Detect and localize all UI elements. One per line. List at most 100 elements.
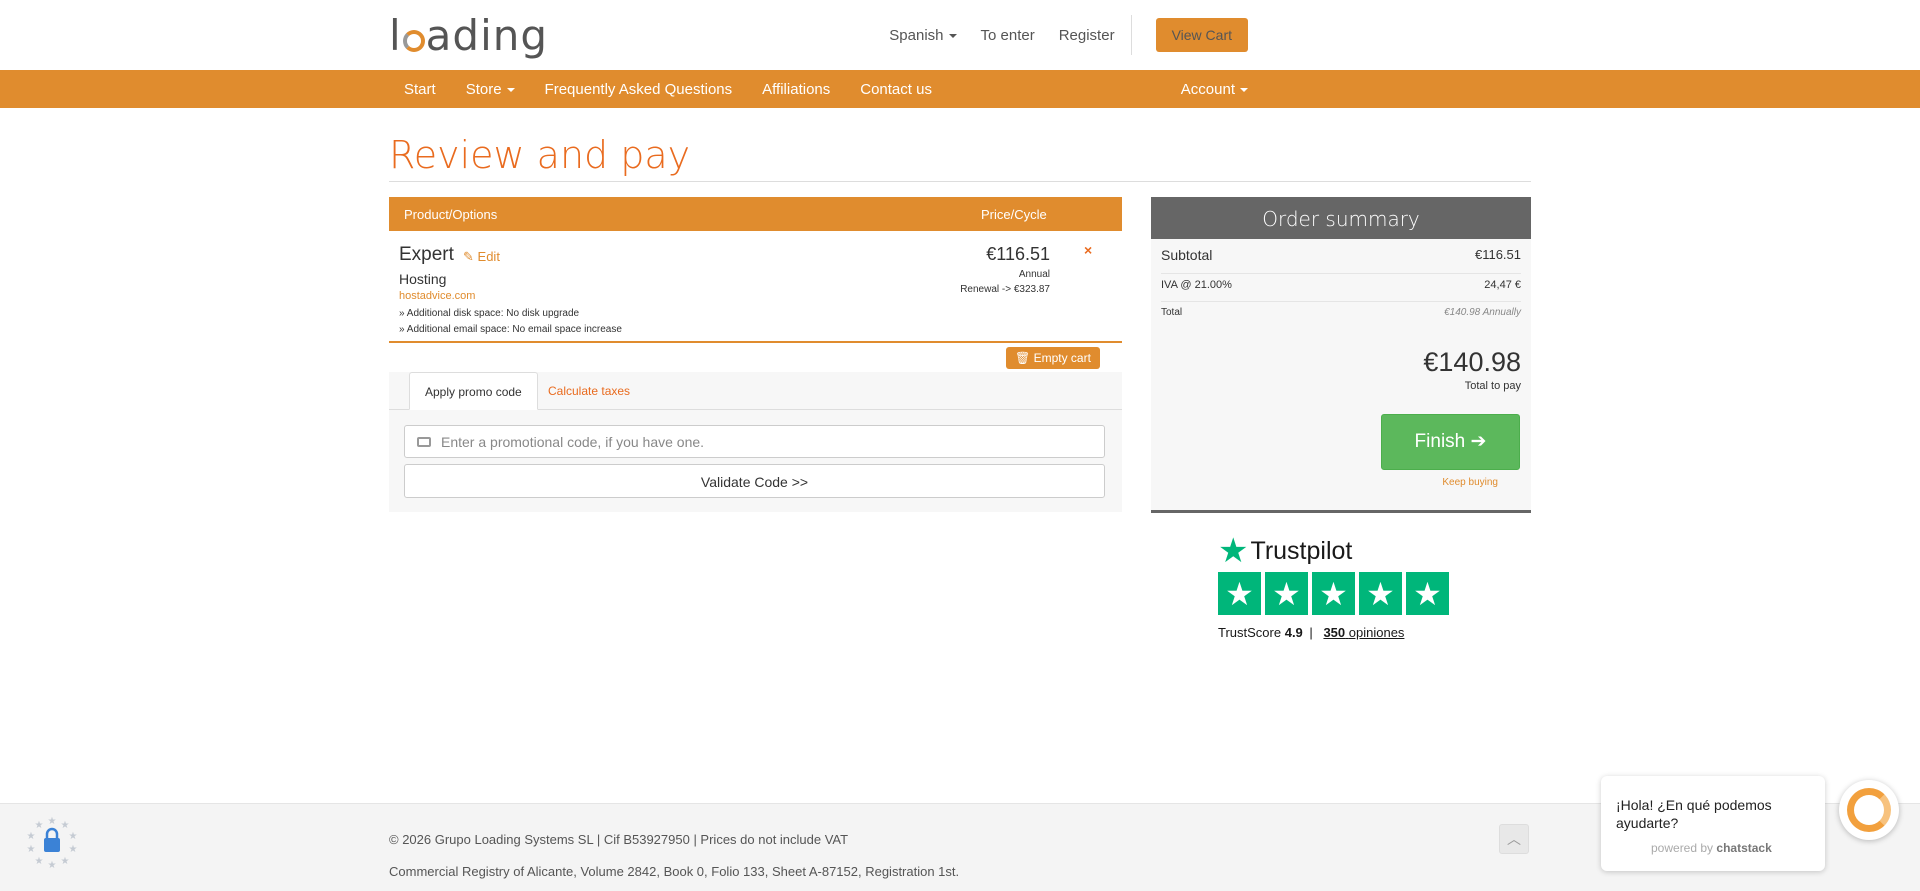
nav-affiliations[interactable]: Affiliations xyxy=(747,81,845,98)
promo-code-input[interactable]: Enter a promotional code, if you have on… xyxy=(404,425,1105,458)
top-header: l ading Spanish To enter Register View Ca… xyxy=(0,0,1920,70)
chevron-up-icon: ︿ xyxy=(1507,831,1521,847)
eu-security-badge-icon: ★ ★ ★ ★ ★ ★ ★ ★ ★ ★ xyxy=(27,816,78,870)
tab-calculate-taxes[interactable]: Calculate taxes xyxy=(533,372,645,410)
footer-registry: Commercial Registry of Alicante, Volume … xyxy=(389,864,960,879)
trustscore-line: TrustScore 4.9 | 350 opiniones xyxy=(1218,625,1453,640)
order-summary: Order summary Subtotal €116.51 IVA @ 21.… xyxy=(1151,197,1531,513)
tax-label: IVA @ 21.00% xyxy=(1161,279,1232,291)
star-icon: ★ xyxy=(1218,532,1249,570)
svg-text:★: ★ xyxy=(69,844,78,855)
nav-store-label: Store xyxy=(465,80,502,98)
trustpilot-brand: Trustpilot xyxy=(1250,536,1353,565)
chat-bubble[interactable]: ¡Hola! ¿En qué podemos ayudarte? powered… xyxy=(1601,776,1825,871)
finish-label: Finish xyxy=(1414,431,1466,452)
total-label: Total xyxy=(1161,307,1183,318)
product-option: » Additional disk space: No disk upgrade xyxy=(399,308,580,319)
star-icon: ★ xyxy=(1359,572,1402,615)
caret-down-icon xyxy=(948,33,957,38)
page-title: Review and pay xyxy=(389,133,691,177)
star-icon: ★ xyxy=(1218,572,1261,615)
pencil-icon: ✎ xyxy=(463,249,474,264)
product-domain: hostadvice.com xyxy=(399,290,476,302)
trustpilot-stars: ★ ★ ★ ★ ★ xyxy=(1218,572,1453,615)
trash-icon: 🗑 xyxy=(1015,351,1031,365)
svg-text:★: ★ xyxy=(69,831,78,842)
cart-item: Expert ✎ Edit Hosting hostadvice.com » A… xyxy=(389,231,1122,343)
reviews-label: opiniones xyxy=(1348,625,1405,640)
divider xyxy=(1130,15,1132,55)
title-divider xyxy=(389,181,1531,182)
product-option: » Additional email space: No email space… xyxy=(399,324,622,335)
star-icon: ★ xyxy=(1312,572,1355,615)
logo-ring-icon xyxy=(402,30,425,52)
empty-cart-label: Empty cart xyxy=(1033,351,1091,365)
caret-down-icon xyxy=(506,87,515,92)
trustscore-label: TrustScore xyxy=(1218,625,1282,640)
svg-text:★: ★ xyxy=(61,856,70,867)
chat-ring-icon xyxy=(1847,788,1891,832)
finish-button[interactable]: Finish ➔ xyxy=(1381,414,1520,470)
register-link[interactable]: Register xyxy=(1059,27,1115,44)
promo-placeholder: Enter a promotional code, if you have on… xyxy=(441,434,705,450)
renewal-price: Renewal -> €323.87 xyxy=(960,284,1050,295)
chat-message: ¡Hola! ¿En qué podemos ayudarte? xyxy=(1616,797,1772,831)
scroll-top-button[interactable]: ︿ xyxy=(1499,824,1529,854)
remove-item-icon[interactable]: × xyxy=(1084,242,1092,258)
nav-account[interactable]: Account xyxy=(1166,81,1263,98)
nav-start[interactable]: Start xyxy=(389,81,451,98)
promo-tabs-panel: Apply promo code Calculate taxes Enter a… xyxy=(389,372,1122,512)
svg-text:★: ★ xyxy=(48,860,57,870)
keep-buying-link[interactable]: Keep buying xyxy=(1442,477,1498,488)
cart-header: Product/Options Price/Cycle xyxy=(389,197,1122,231)
svg-text:★: ★ xyxy=(61,820,70,831)
tab-apply-promo[interactable]: Apply promo code xyxy=(409,372,538,410)
trustscore-value: 4.9 xyxy=(1284,625,1303,640)
total-due: €140.98 xyxy=(1423,347,1521,377)
reviews-link[interactable]: 350 opiniones xyxy=(1323,625,1404,640)
site-logo[interactable]: l ading xyxy=(389,14,548,58)
empty-cart-button[interactable]: 🗑 Empty cart xyxy=(1006,347,1100,369)
col-product: Product/Options xyxy=(404,207,498,222)
powered-by-label: powered by xyxy=(1651,841,1714,855)
product-group: Hosting xyxy=(399,271,447,287)
nav-faq[interactable]: Frequently Asked Questions xyxy=(530,81,748,98)
svg-text:★: ★ xyxy=(35,820,44,831)
chatstack-brand: chatstack xyxy=(1716,841,1772,855)
nav-store[interactable]: Store xyxy=(451,81,530,98)
star-icon: ★ xyxy=(1265,572,1308,615)
summary-title: Order summary xyxy=(1151,197,1531,239)
summary-subtotal-row: Subtotal €116.51 xyxy=(1161,247,1521,274)
total-due-label: Total to pay xyxy=(1464,380,1521,392)
login-link[interactable]: To enter xyxy=(981,27,1035,44)
trustpilot-logo: ★ Trustpilot xyxy=(1218,532,1453,570)
subtotal-value: €116.51 xyxy=(1474,247,1521,262)
svg-text:★: ★ xyxy=(35,856,44,867)
svg-text:★: ★ xyxy=(27,844,36,855)
footer-copyright: © 2026 Grupo Loading Systems SL | Cif B5… xyxy=(389,832,849,847)
total-value: €140.98 Annually xyxy=(1444,307,1521,318)
arrow-right-icon: ➔ xyxy=(1470,431,1487,452)
star-icon: ★ xyxy=(1406,572,1449,615)
svg-text:★: ★ xyxy=(27,831,36,842)
trustpilot-widget[interactable]: ★ Trustpilot ★ ★ ★ ★ ★ TrustScore 4.9 | 3… xyxy=(1218,532,1453,640)
product-price: €116.51 xyxy=(986,244,1050,264)
main-navbar: Start Store Frequently Asked Questions A… xyxy=(0,70,1920,108)
chat-launcher-button[interactable] xyxy=(1839,780,1899,840)
summary-tax-row: IVA @ 21.00% 24,47 € xyxy=(1161,279,1521,302)
svg-text:★: ★ xyxy=(48,816,57,827)
edit-link[interactable]: ✎ Edit xyxy=(463,249,500,265)
summary-total-row: Total €140.98 Annually xyxy=(1161,307,1521,327)
nav-account-label: Account xyxy=(1180,80,1235,98)
validate-code-button[interactable]: Validate Code >> xyxy=(404,464,1105,498)
trustscore-separator: | xyxy=(1309,625,1313,640)
language-dropdown[interactable]: Spanish xyxy=(889,26,957,44)
nav-contact[interactable]: Contact us xyxy=(845,81,947,98)
top-links: Spanish To enter Register View Cart xyxy=(865,0,1248,70)
language-label: Spanish xyxy=(889,26,944,44)
chat-powered-by: powered by chatstack xyxy=(1651,841,1772,855)
ticket-icon xyxy=(417,437,431,447)
billing-cycle: Annual xyxy=(1018,269,1050,280)
view-cart-button[interactable]: View Cart xyxy=(1155,18,1248,52)
edit-label: Edit xyxy=(477,249,500,264)
